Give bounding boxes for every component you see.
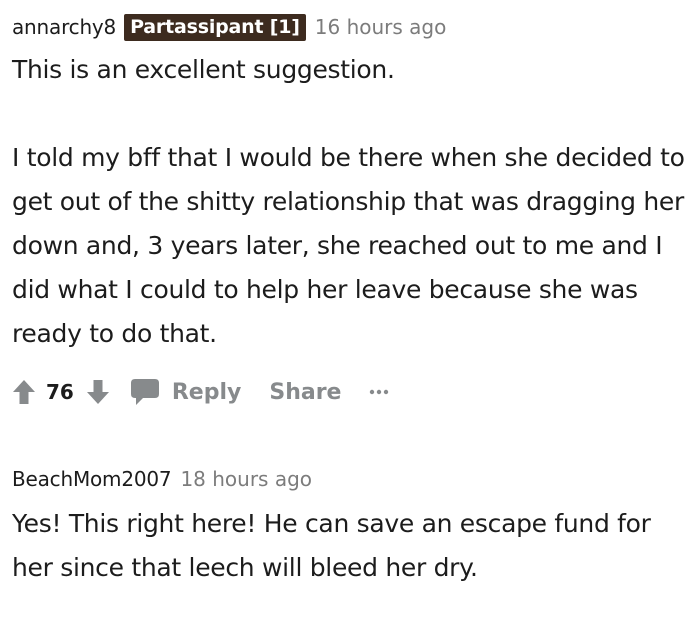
comment-action-bar: 76 Reply Share	[12, 372, 389, 412]
downvote-arrow-icon[interactable]	[86, 379, 110, 405]
comment-paragraph: I told my bff that I would be there when…	[12, 143, 685, 348]
user-flair: Partassipant [1]	[124, 13, 306, 41]
reply-button[interactable]: Reply	[130, 378, 242, 406]
comment-author[interactable]: BeachMom2007	[12, 467, 172, 491]
ellipsis-icon[interactable]	[369, 388, 389, 396]
vote-score: 76	[46, 380, 74, 404]
comment-beachmom2007: BeachMom2007 18 hours ago Yes! This righ…	[12, 462, 686, 590]
comment-meta: BeachMom2007 18 hours ago	[12, 462, 686, 496]
upvote-arrow-icon[interactable]	[12, 379, 36, 405]
comment-paragraph: Yes! This right here! He can save an esc…	[12, 509, 651, 582]
comment-timestamp[interactable]: 16 hours ago	[315, 15, 447, 39]
comment-body: This is an excellent suggestion. I told …	[12, 48, 686, 356]
comment-meta: annarchy8 Partassipant [1] 16 hours ago	[12, 10, 686, 44]
comment-annarchy8: annarchy8 Partassipant [1] 16 hours ago …	[12, 10, 686, 356]
comment-paragraph: This is an excellent suggestion.	[12, 55, 395, 84]
comment-body: Yes! This right here! He can save an esc…	[12, 502, 686, 590]
share-button[interactable]: Share	[269, 380, 341, 405]
comment-author[interactable]: annarchy8	[12, 15, 116, 39]
comment-timestamp[interactable]: 18 hours ago	[180, 467, 312, 491]
reply-label: Reply	[171, 379, 242, 405]
speech-bubble-icon	[130, 378, 160, 406]
